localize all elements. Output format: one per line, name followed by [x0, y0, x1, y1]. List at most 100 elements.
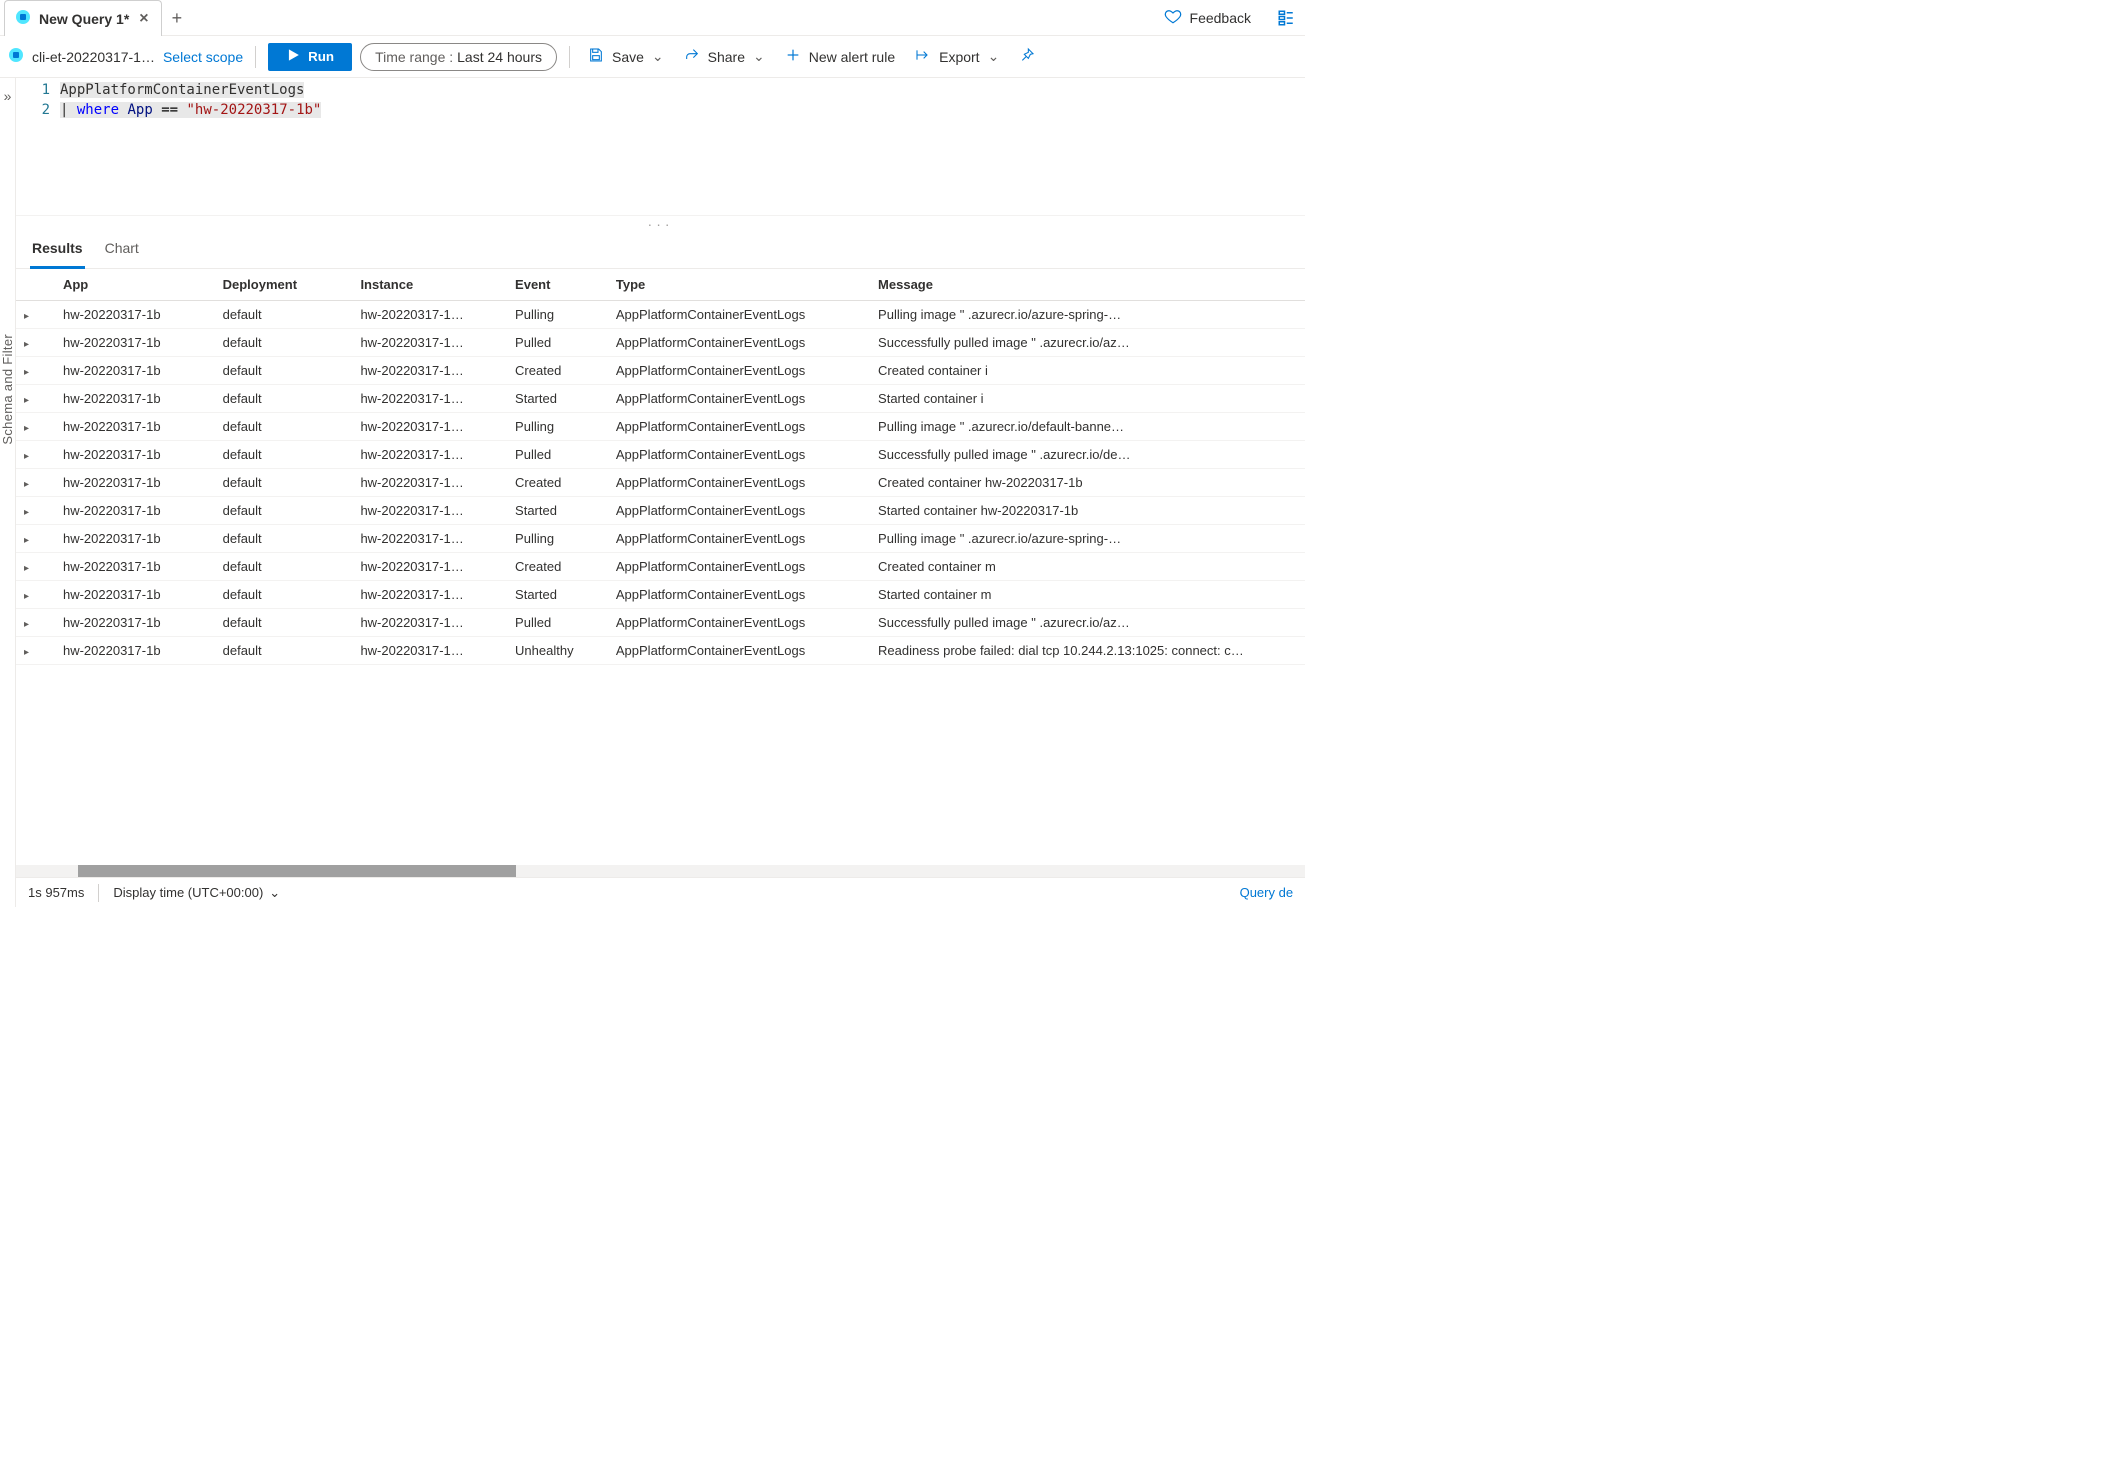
divider [569, 46, 570, 68]
chevron-right-icon[interactable]: ▸ [24, 311, 29, 322]
pin-icon [1019, 47, 1035, 66]
cell-app: hw-20220317-1b [53, 329, 213, 357]
table-row[interactable]: ▸hw-20220317-1bdefaulthw-20220317-1…Pull… [16, 441, 1305, 469]
col-instance[interactable]: Instance [350, 269, 505, 301]
export-button[interactable]: Export ⌄ [909, 43, 1005, 70]
cell-deployment: default [213, 497, 351, 525]
tab-chart[interactable]: Chart [103, 232, 141, 268]
chevron-right-icon[interactable]: ▸ [24, 535, 29, 546]
scrollbar-thumb[interactable] [78, 865, 516, 877]
time-range-label: Time range : [375, 49, 453, 65]
cell-deployment: default [213, 301, 351, 329]
time-range-value: Last 24 hours [457, 49, 542, 65]
cell-message: Started container i [868, 385, 1305, 413]
result-tabs: Results Chart [16, 232, 1305, 269]
new-tab-button[interactable]: + [162, 2, 193, 35]
expand-rail-button[interactable]: » [4, 88, 12, 104]
chevron-right-icon[interactable]: ▸ [24, 647, 29, 658]
queries-icon[interactable] [1273, 5, 1299, 31]
pin-button[interactable] [1013, 43, 1041, 70]
save-button[interactable]: Save ⌄ [582, 43, 670, 70]
export-label: Export [939, 49, 979, 65]
scope-name[interactable]: cli-et-20220317-1… [32, 49, 155, 65]
col-app[interactable]: App [53, 269, 213, 301]
cell-instance: hw-20220317-1… [350, 497, 505, 525]
cell-deployment: default [213, 609, 351, 637]
horizontal-scrollbar[interactable] [16, 865, 1305, 877]
query-tab[interactable]: New Query 1* × [4, 0, 162, 36]
feedback-button[interactable]: Feedback [1158, 3, 1257, 32]
cell-deployment: default [213, 553, 351, 581]
cell-app: hw-20220317-1b [53, 301, 213, 329]
table-row[interactable]: ▸hw-20220317-1bdefaulthw-20220317-1…Pull… [16, 301, 1305, 329]
chevron-right-icon[interactable]: ▸ [24, 423, 29, 434]
chevron-right-icon[interactable]: ▸ [24, 479, 29, 490]
run-button[interactable]: Run [268, 43, 352, 71]
cell-deployment: default [213, 441, 351, 469]
chevron-right-icon[interactable]: ▸ [24, 451, 29, 462]
editor-code[interactable]: AppPlatformContainerEventLogs | where Ap… [60, 82, 1305, 213]
chevron-down-icon: ⌄ [269, 885, 280, 901]
cell-type: AppPlatformContainerEventLogs [606, 385, 868, 413]
close-icon[interactable]: × [137, 11, 150, 27]
cell-message: Started container m [868, 581, 1305, 609]
cell-instance: hw-20220317-1… [350, 301, 505, 329]
table-row[interactable]: ▸hw-20220317-1bdefaulthw-20220317-1…Pull… [16, 413, 1305, 441]
col-event[interactable]: Event [505, 269, 606, 301]
cell-type: AppPlatformContainerEventLogs [606, 553, 868, 581]
divider [98, 884, 99, 902]
cell-instance: hw-20220317-1… [350, 553, 505, 581]
editor-gutter: 1 2 [16, 82, 60, 213]
chevron-right-icon[interactable]: ▸ [24, 367, 29, 378]
cell-deployment: default [213, 469, 351, 497]
col-deployment[interactable]: Deployment [213, 269, 351, 301]
cell-message: Pulling image " .azurecr.io/default-bann… [868, 413, 1305, 441]
table-row[interactable]: ▸hw-20220317-1bdefaulthw-20220317-1…Pull… [16, 609, 1305, 637]
table-row[interactable]: ▸hw-20220317-1bdefaulthw-20220317-1…Pull… [16, 525, 1305, 553]
cell-instance: hw-20220317-1… [350, 441, 505, 469]
results-table-wrap: App Deployment Instance Event Type Messa… [16, 269, 1305, 865]
editor-results-splitter[interactable] [16, 216, 1305, 232]
select-scope-link[interactable]: Select scope [163, 49, 243, 65]
table-row[interactable]: ▸ hw-20220317-1bdefaulthw-20220317-1… Crea… [16, 553, 1305, 581]
cell-app: hw-20220317-1b [53, 609, 213, 637]
tab-results[interactable]: Results [30, 232, 85, 269]
cell-type: AppPlatformContainerEventLogs [606, 301, 868, 329]
share-button[interactable]: Share ⌄ [678, 43, 771, 70]
cell-type: AppPlatformContainerEventLogs [606, 497, 868, 525]
cell-app: hw-20220317-1b [53, 497, 213, 525]
query-editor[interactable]: 1 2 AppPlatformContainerEventLogs | wher… [16, 78, 1305, 216]
chevron-right-icon[interactable]: ▸ [24, 507, 29, 518]
feedback-label: Feedback [1190, 10, 1251, 26]
chevron-right-icon[interactable]: ▸ [24, 619, 29, 630]
table-row[interactable]: ▸hw-20220317-1bdefaulthw-20220317-1…Star… [16, 385, 1305, 413]
cell-instance: hw-20220317-1… [350, 357, 505, 385]
scope-icon [8, 47, 24, 66]
cell-app: hw-20220317-1b [53, 525, 213, 553]
display-time-button[interactable]: Display time (UTC+00:00) ⌄ [113, 885, 280, 901]
tab-bar: New Query 1* × + Feedback [0, 0, 1305, 36]
cell-deployment: default [213, 637, 351, 665]
table-row[interactable]: ▸hw-20220317-1bdefaulthw-20220317-1…Star… [16, 581, 1305, 609]
cell-event: Pulled [505, 329, 606, 357]
rail-label[interactable]: Schema and Filter [0, 334, 15, 445]
time-range-button[interactable]: Time range : Last 24 hours [360, 43, 557, 71]
chevron-right-icon[interactable]: ▸ [24, 591, 29, 602]
new-alert-rule-button[interactable]: New alert rule [779, 43, 901, 70]
chevron-right-icon[interactable]: ▸ [24, 339, 29, 350]
chevron-right-icon[interactable]: ▸ [24, 563, 29, 574]
table-row[interactable]: ▸hw-20220317-1bdefaulthw-20220317-1…Unhe… [16, 637, 1305, 665]
col-message[interactable]: Message [868, 269, 1305, 301]
table-row[interactable]: ▸hw-20220317-1bdefaulthw-20220317-1…Pull… [16, 329, 1305, 357]
query-details-link[interactable]: Query de [1240, 885, 1293, 900]
table-row[interactable]: ▸ hw-20220317-1bdefaulthw-20220317-1…Star… [16, 497, 1305, 525]
cell-event: Started [505, 497, 606, 525]
cell-app: hw-20220317-1b [53, 553, 213, 581]
col-type[interactable]: Type [606, 269, 868, 301]
cell-message: Created container m [868, 553, 1305, 581]
table-row[interactable]: ▸hw-20220317-1bdefaulthw-20220317-1…Crea… [16, 469, 1305, 497]
chevron-down-icon: ⌄ [652, 48, 664, 65]
table-row[interactable]: ▸hw-20220317-1bdefaulthw-20220317-1…Crea… [16, 357, 1305, 385]
cell-app: hw-20220317-1b [53, 357, 213, 385]
chevron-right-icon[interactable]: ▸ [24, 395, 29, 406]
